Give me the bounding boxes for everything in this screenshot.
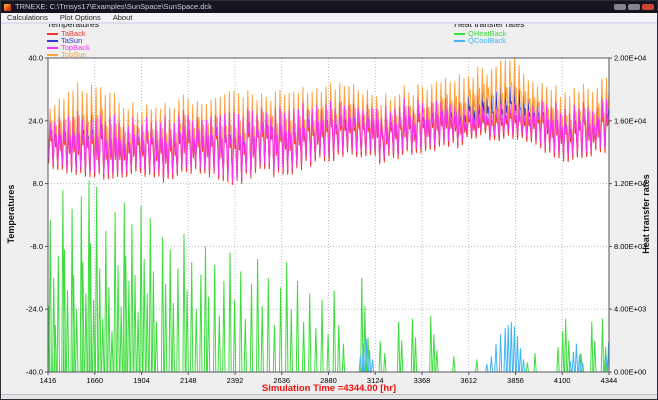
minimize-button[interactable] — [614, 4, 626, 10]
legend-swatch-qcoolback — [454, 40, 465, 42]
menu-item-plot-options[interactable]: Plot Options — [54, 13, 107, 22]
y-right-tick-label: 2.00E+04 — [614, 54, 646, 63]
menu-bar: CalculationsPlot OptionsAbout — [1, 13, 657, 24]
y-left-tick-label: 24.0 — [28, 116, 43, 125]
plot-canvas: 1416166019042148239226362880312433683612… — [1, 1, 658, 400]
maximize-button[interactable] — [628, 4, 640, 10]
legend-swatch-tasun — [47, 40, 58, 42]
y-left-tick-label: -40.0 — [26, 368, 43, 377]
window-controls — [614, 4, 654, 10]
close-button[interactable] — [642, 4, 654, 10]
y-axis-title-left: Temperatures — [6, 154, 16, 274]
y-axis-title-right: Heat transfer rates — [641, 154, 651, 274]
legend-item-topsun: TopSun — [47, 52, 99, 59]
legend-swatch-taback — [47, 33, 58, 35]
y-right-tick-label: 0.00E+00 — [614, 368, 646, 377]
y-left-tick-label: 40.0 — [28, 54, 43, 63]
window-title: TRNEXE: C:\Trnsys17\Examples\SunSpace\Su… — [15, 1, 212, 13]
y-right-tick-label: 4.00E+03 — [614, 305, 646, 314]
y-left-tick-label: -8.0 — [30, 242, 43, 251]
app-icon — [4, 4, 11, 11]
title-bar[interactable]: TRNEXE: C:\Trnsys17\Examples\SunSpace\Su… — [1, 1, 657, 13]
y-left-tick-label: 8.0 — [33, 179, 43, 188]
legend-swatch-topsun — [47, 54, 58, 56]
legend-temperatures: Temperatures TaBackTaSunTopBackTopSun — [47, 20, 99, 59]
menu-item-calculations[interactable]: Calculations — [1, 13, 54, 22]
legend-swatch-topback — [47, 47, 58, 49]
legend-swatch-qheatback — [454, 33, 465, 35]
legend-label-topsun: TopSun — [61, 51, 86, 59]
simulation-time-status: Simulation Time =4344.00 [hr] — [1, 383, 657, 394]
trnexe-window: TRNEXE: C:\Trnsys17\Examples\SunSpace\Su… — [0, 0, 658, 400]
y-left-tick-label: -24.0 — [26, 305, 43, 314]
menu-item-about[interactable]: About — [107, 13, 139, 22]
y-right-tick-label: 1.60E+04 — [614, 116, 646, 125]
legend-label-qcoolback: QCoolBack — [468, 37, 506, 45]
legend-item-qcoolback: QCoolBack — [454, 37, 524, 44]
window-bottom-strip — [1, 394, 657, 400]
